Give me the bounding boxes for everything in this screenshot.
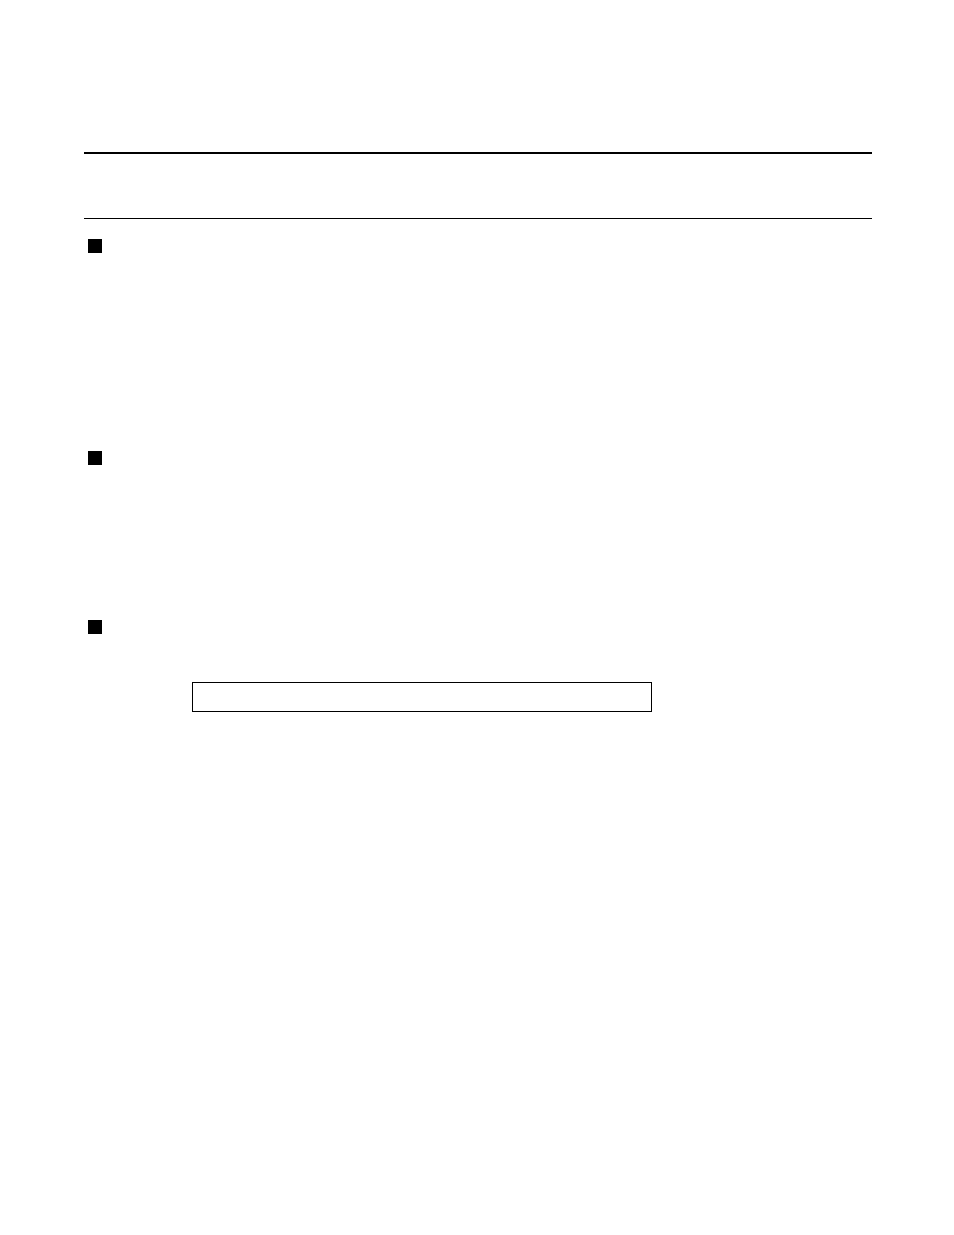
outlined-box xyxy=(192,682,652,712)
top-horizontal-rule xyxy=(84,152,872,154)
square-bullet-icon xyxy=(88,451,102,465)
square-bullet-icon xyxy=(88,239,102,253)
document-page xyxy=(0,0,954,1235)
section-horizontal-rule xyxy=(84,218,872,219)
square-bullet-icon xyxy=(88,620,102,634)
